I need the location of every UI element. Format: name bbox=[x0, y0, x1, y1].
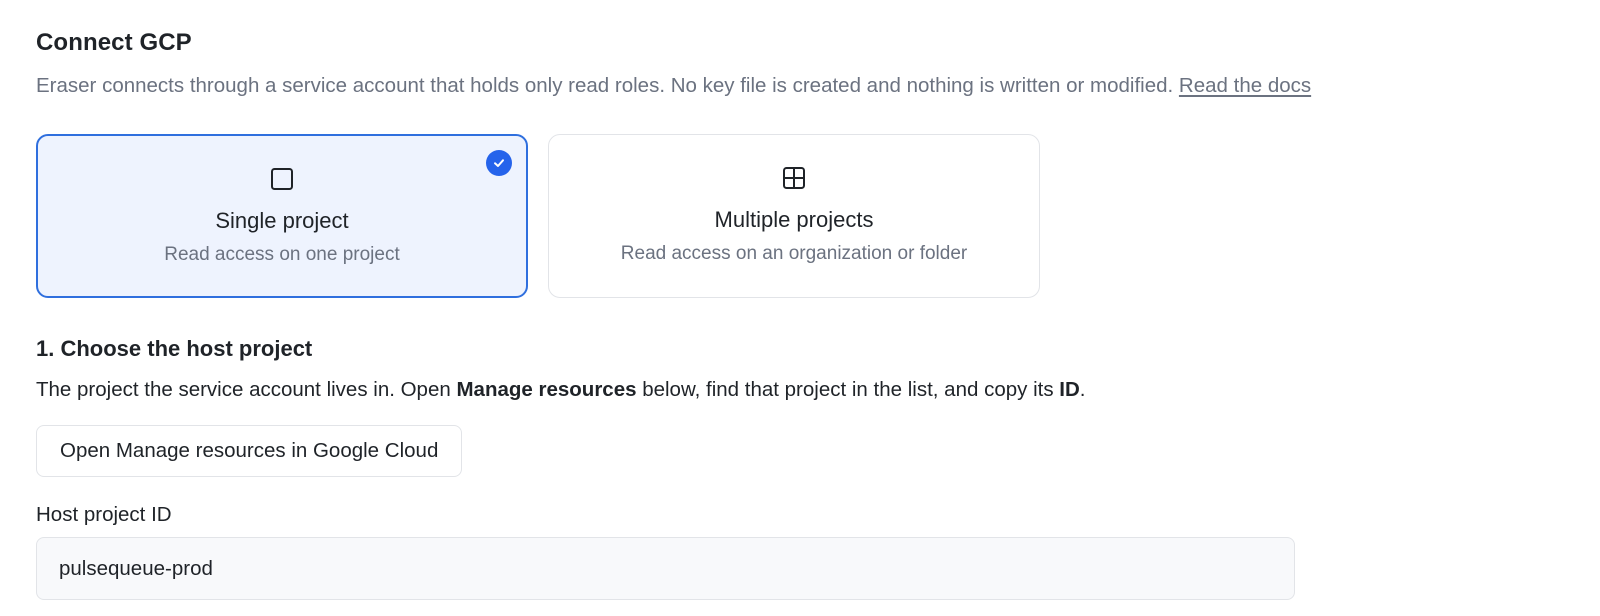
step-1-desc-bold-id: ID bbox=[1059, 378, 1080, 401]
step-1-desc-bold-manage: Manage resources bbox=[456, 378, 637, 401]
page-subtitle: Eraser connects through a service accoun… bbox=[36, 74, 1311, 98]
subtitle-text: Eraser connects through a service accoun… bbox=[36, 74, 1174, 97]
page-title: Connect GCP bbox=[36, 29, 192, 56]
scope-options: Single project Read access on one projec… bbox=[36, 134, 1040, 298]
open-manage-resources-button[interactable]: Open Manage resources in Google Cloud bbox=[36, 425, 463, 477]
single-project-description: Read access on one project bbox=[164, 244, 400, 265]
square-icon bbox=[271, 168, 293, 190]
selected-check-icon bbox=[486, 150, 512, 176]
read-docs-link[interactable]: Read the docs bbox=[1179, 74, 1311, 97]
multiple-projects-title: Multiple projects bbox=[714, 207, 874, 232]
host-project-id-input[interactable] bbox=[36, 537, 1295, 600]
step-1-desc-part1: The project the service account lives in… bbox=[36, 378, 457, 401]
single-project-title: Single project bbox=[215, 208, 349, 233]
connect-gcp-page: Connect GCP Eraser connects through a se… bbox=[0, 0, 1600, 616]
multiple-projects-card[interactable]: Multiple projects Read access on an orga… bbox=[548, 134, 1040, 298]
step-1-description: The project the service account lives in… bbox=[36, 378, 1085, 402]
step-1-desc-part2: below, find that project in the list, an… bbox=[636, 378, 1060, 401]
step-1-desc-part3: . bbox=[1079, 378, 1086, 401]
host-project-id-label: Host project ID bbox=[36, 503, 172, 526]
step-1-title: 1. Choose the host project bbox=[36, 336, 313, 361]
single-project-card[interactable]: Single project Read access on one projec… bbox=[36, 134, 528, 298]
multiple-projects-description: Read access on an organization or folder bbox=[620, 243, 968, 264]
grid-icon bbox=[783, 167, 805, 189]
